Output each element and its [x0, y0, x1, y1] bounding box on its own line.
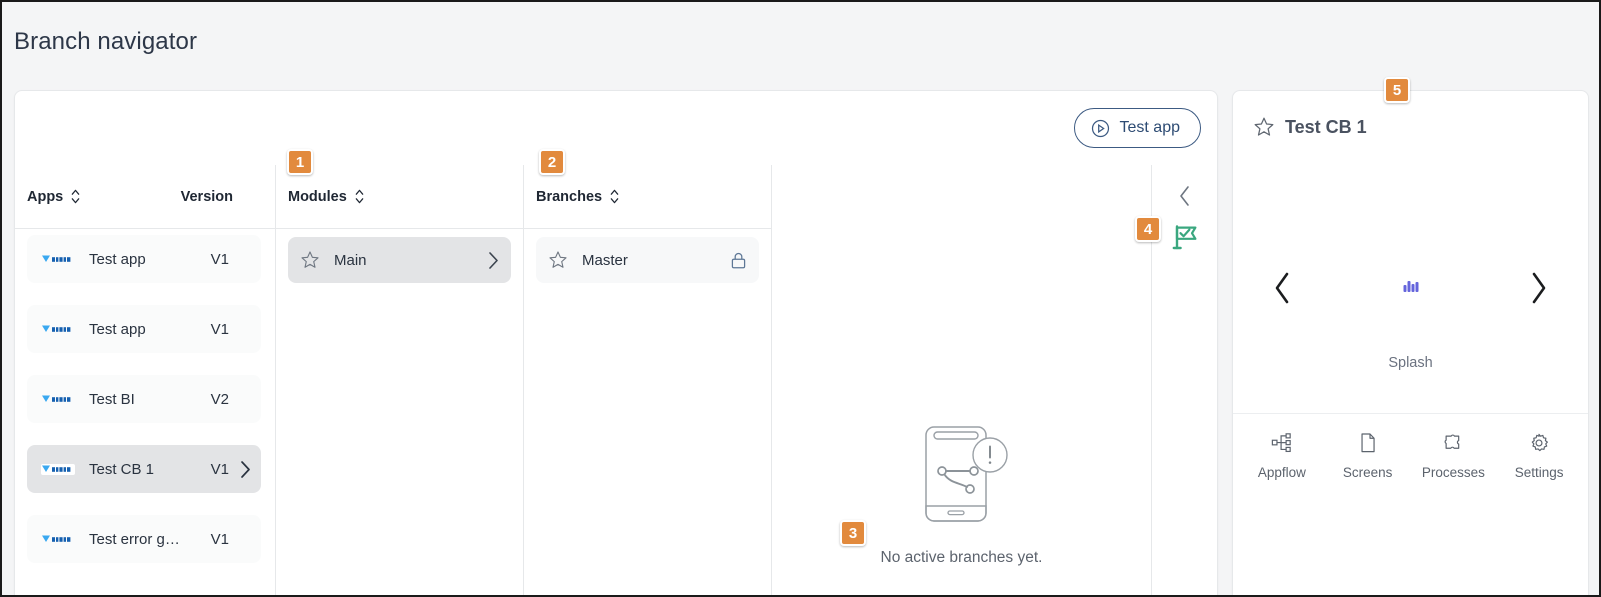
- table-row[interactable]: Test BI V2: [27, 375, 261, 423]
- table-row[interactable]: Test error g… V1: [27, 515, 261, 563]
- app-version: V1: [210, 320, 229, 338]
- explorer-toolbar: Test app: [15, 91, 1217, 165]
- table-row[interactable]: Test app V1: [27, 305, 261, 353]
- branches-detail-area: No active branches yet. New branch: [771, 165, 1151, 595]
- chevron-left-icon[interactable]: [1178, 185, 1192, 207]
- chevron-right-icon[interactable]: [488, 251, 499, 270]
- app-version: V1: [210, 530, 229, 548]
- nav-item-screens[interactable]: Screens: [1325, 432, 1411, 480]
- modules-column: Modules Main: [275, 165, 523, 595]
- explorer-columns: Apps Version Test app V1 Test app V1 Tes…: [15, 165, 1217, 595]
- phone-branch-warning-icon: [912, 423, 1012, 535]
- apps-header-label: Apps: [27, 188, 64, 205]
- modules-header-label: Modules: [288, 188, 347, 205]
- modules-header-label-group: Modules: [288, 189, 365, 205]
- app-preview-panel: Test CB 1 Splash Appflow Screens Process…: [1232, 90, 1589, 595]
- step-badge-5: 5: [1384, 77, 1410, 103]
- preview-stage: Splash: [1233, 127, 1588, 413]
- lock-icon: [730, 251, 747, 270]
- star-outline-icon[interactable]: [1253, 116, 1275, 138]
- apps-column: Apps Version Test app V1 Test app V1 Tes…: [15, 165, 275, 595]
- app-badge-icon: [41, 324, 75, 335]
- preview-prev-button[interactable]: [1271, 271, 1293, 305]
- nav-item-appflow[interactable]: Appflow: [1239, 432, 1325, 480]
- nav-item-label: Appflow: [1257, 465, 1306, 480]
- branches-header-label: Branches: [536, 188, 603, 205]
- sort-arrows-icon[interactable]: [609, 189, 620, 204]
- app-name: Test CB 1: [89, 460, 155, 478]
- sort-arrows-icon[interactable]: [70, 189, 81, 204]
- list-item[interactable]: Master: [536, 237, 759, 283]
- nav-item-label: Settings: [1514, 465, 1564, 480]
- play-circle-icon: [1091, 119, 1110, 138]
- apps-header-label-group: Apps: [27, 189, 81, 205]
- modules-column-header: Modules: [276, 165, 523, 229]
- version-header-label: Version: [180, 188, 233, 205]
- app-badge-icon: [41, 463, 75, 475]
- screen-caption: Splash: [1388, 355, 1433, 371]
- step-badge-1: 1: [287, 149, 313, 175]
- list-item[interactable]: Main: [288, 237, 511, 283]
- apps-column-header: Apps Version: [15, 165, 275, 229]
- screen-thumbnail[interactable]: [1368, 127, 1453, 267]
- table-row[interactable]: Test CB 1 V1: [27, 445, 261, 493]
- branches-row-list: Master: [524, 237, 771, 283]
- nav-item-processes[interactable]: Processes: [1411, 432, 1497, 480]
- app-logo-icon: [1403, 281, 1418, 292]
- step-badge-3: 3: [840, 520, 866, 546]
- nav-item-label: Processes: [1421, 465, 1485, 480]
- empty-state-message: No active branches yet.: [880, 549, 1043, 566]
- app-version: V1: [210, 250, 229, 268]
- preview-title: Test CB 1: [1285, 116, 1367, 137]
- module-name: Main: [334, 251, 367, 269]
- page-title: Branch navigator: [14, 28, 198, 55]
- flag-check-icon[interactable]: [1171, 223, 1199, 251]
- step-badge-2: 2: [539, 149, 565, 175]
- test-app-button[interactable]: Test app: [1073, 108, 1201, 148]
- step-badge-4: 4: [1135, 216, 1161, 242]
- app-badge-icon: [41, 394, 75, 405]
- app-name: Test app: [89, 320, 146, 338]
- modules-row-list: Main: [276, 237, 523, 283]
- document-icon: [1357, 432, 1379, 454]
- sitemap-icon: [1271, 432, 1293, 454]
- empty-state: No active branches yet.: [772, 423, 1151, 567]
- preview-nav-bar: Appflow Screens Processes Settings: [1233, 413, 1588, 480]
- nav-item-settings[interactable]: Settings: [1496, 432, 1582, 480]
- branches-header-label-group: Branches: [536, 189, 620, 205]
- app-name: Test BI: [89, 390, 135, 408]
- screenshot-root: Branch navigator Test app Apps Version T…: [0, 0, 1601, 597]
- branch-explorer-panel: Test app Apps Version Test app V1 Test a…: [14, 90, 1218, 595]
- app-version: V1: [210, 460, 229, 478]
- nav-item-label: Screens: [1342, 465, 1393, 480]
- branches-column: Branches Master: [523, 165, 771, 595]
- star-outline-icon[interactable]: [548, 250, 568, 270]
- test-app-button-label: Test app: [1119, 119, 1180, 136]
- chevron-right-icon[interactable]: [229, 460, 251, 479]
- gear-icon: [1528, 432, 1550, 454]
- app-name: Test app: [89, 250, 146, 268]
- apps-row-list: Test app V1 Test app V1 Test BI V2 Test …: [15, 229, 275, 563]
- puzzle-piece-icon: [1442, 432, 1464, 454]
- app-name: Test error g…: [89, 530, 180, 548]
- app-version: V2: [210, 390, 229, 408]
- star-outline-icon[interactable]: [300, 250, 320, 270]
- sort-arrows-icon[interactable]: [354, 189, 365, 204]
- app-badge-icon: [41, 254, 75, 265]
- app-badge-icon: [41, 534, 75, 545]
- preview-next-button[interactable]: [1528, 271, 1550, 305]
- table-row[interactable]: Test app V1: [27, 235, 261, 283]
- branch-name: Master: [582, 251, 628, 269]
